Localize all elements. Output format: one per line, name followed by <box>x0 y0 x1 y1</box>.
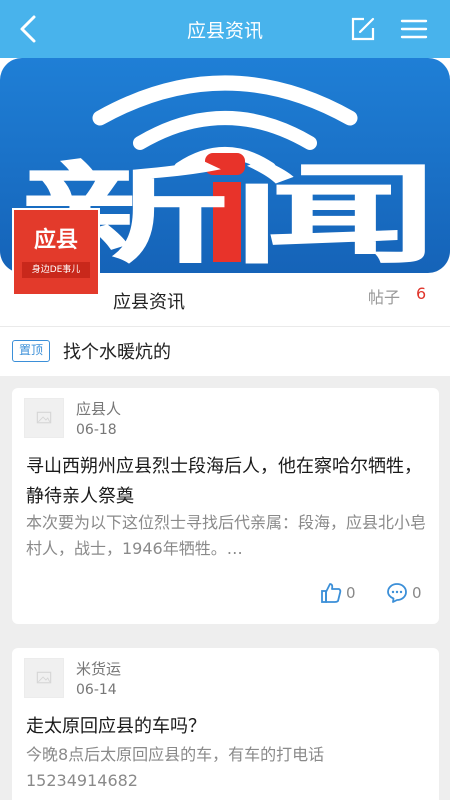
thumbs-up-icon[interactable] <box>320 582 342 604</box>
like-count: 0 <box>346 584 356 602</box>
post-excerpt: 本次要为以下这位烈士寻找后代亲属：段海，应县北小皂村人，战士，1946年牺牲。… <box>26 513 427 558</box>
comment-count: 0 <box>412 584 422 602</box>
avatar-subtitle: 身边DE事儿 <box>22 262 90 278</box>
post-card[interactable]: 应县人 06-18 寻山西朔州应县烈士段海后人，他在察哈尔牺牲，静待亲人祭奠 本… <box>12 388 439 624</box>
post-date: 06-18 <box>76 422 117 438</box>
posts-count: 6 <box>416 284 427 303</box>
edit-icon[interactable] <box>350 16 376 42</box>
post-date: 06-14 <box>76 682 117 698</box>
pinned-badge: 置顶 <box>12 340 50 362</box>
comment-icon[interactable] <box>386 582 408 604</box>
forum-header: 新闻 应县 身边DE事儿 应县资讯 帖子 6 置顶 找个水暖炕的 <box>0 58 450 376</box>
divider <box>0 326 450 327</box>
pinned-post-title[interactable]: 找个水暖炕的 <box>63 338 171 364</box>
post-card[interactable]: 米货运 06-14 走太原回应县的车吗？ 今晚8点后太原回应县的车，有车的打电话… <box>12 648 439 800</box>
page-title: 应县资讯 <box>186 20 263 42</box>
image-placeholder-icon <box>36 671 52 684</box>
forum-avatar[interactable]: 应县 身边DE事儿 <box>12 208 100 296</box>
avatar-title: 应县 <box>33 228 78 253</box>
post-title: 走太原回应县的车吗？ <box>26 716 206 737</box>
top-bar: 应县资讯 <box>0 0 450 58</box>
post-excerpt: 今晚8点后太原回应县的车，有车的打电话15234914682 <box>26 745 325 790</box>
post-author: 米货运 <box>76 660 122 678</box>
author-avatar[interactable] <box>24 658 64 698</box>
post-title: 寻山西朔州应县烈士段海后人，他在察哈尔牺牲，静待亲人祭奠 <box>26 456 422 507</box>
forum-name: 应县资讯 <box>113 292 185 313</box>
image-placeholder-icon <box>36 411 52 424</box>
author-avatar[interactable] <box>24 398 64 438</box>
post-author: 应县人 <box>76 400 122 418</box>
menu-icon[interactable] <box>400 18 428 40</box>
posts-label: 帖子 <box>368 288 401 307</box>
